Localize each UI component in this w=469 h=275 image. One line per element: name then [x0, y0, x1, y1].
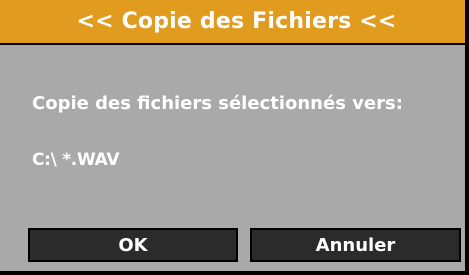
- dialog-title: << Copie des Fichiers <<: [76, 9, 397, 34]
- ok-button[interactable]: OK: [28, 228, 238, 262]
- cancel-button[interactable]: Annuler: [250, 228, 461, 262]
- copy-files-dialog: << Copie des Fichiers << Copie des fichi…: [0, 0, 469, 275]
- dialog-title-bar: << Copie des Fichiers <<: [0, 0, 465, 45]
- destination-path: C:\ *.WAV: [32, 150, 120, 170]
- copy-message: Copie des fichiers sélectionnés vers:: [32, 93, 403, 114]
